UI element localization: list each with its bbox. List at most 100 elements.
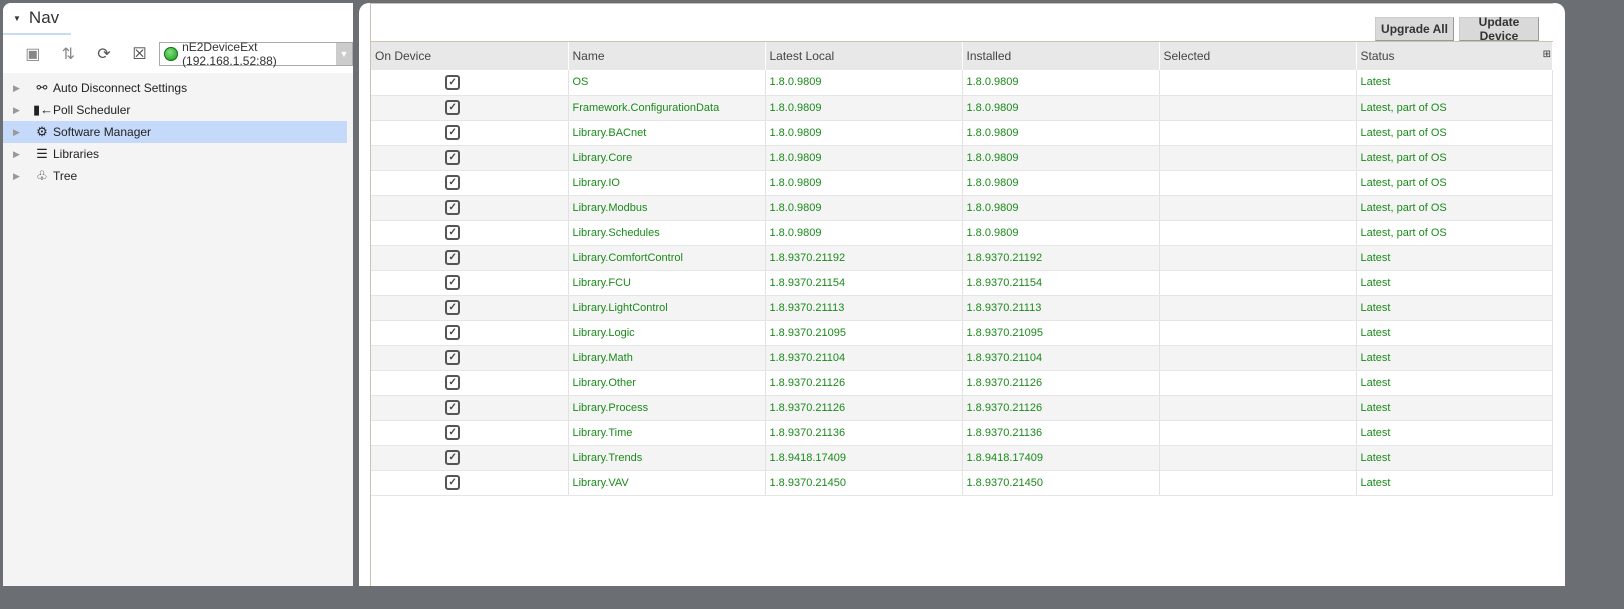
table-row[interactable]: ✓ Library.Process 1.8.9370.21126 1.8.9370.2… [371, 395, 1553, 421]
chevron-down-icon[interactable]: ▼ [336, 43, 353, 65]
column-header[interactable]: Name [568, 42, 766, 70]
checkbox[interactable]: ✓ [445, 450, 461, 465]
table-row[interactable]: ✓ Library.Schedules 1.8.0.9809 1.8.0.9809 La… [371, 220, 1553, 246]
tree-item[interactable]: ▶ ♧ Tree [3, 165, 353, 187]
expand-arrow-icon[interactable]: ▶ [13, 83, 33, 94]
checkbox[interactable]: ✓ [445, 74, 461, 90]
table-row[interactable]: ✓ Library.IO 1.8.0.9809 1.8.0.9809 Latest, p… [371, 170, 1553, 196]
checkbox[interactable]: ✓ [445, 425, 461, 440]
column-header[interactable]: Installed [962, 42, 1160, 70]
sort-icon[interactable]: ⇅ [51, 42, 87, 66]
upgrade-all-button[interactable]: Upgrade All [1375, 17, 1454, 41]
latest-cell: 1.8.0.9809 [765, 95, 963, 121]
latest-cell: 1.8.0.9809 [765, 220, 963, 246]
status-cell: Latest, part of OS [1356, 220, 1553, 246]
table-row[interactable]: ✓ Library.Logic 1.8.9370.21095 1.8.9370.210… [371, 320, 1553, 346]
selected-cell [1159, 445, 1357, 471]
nav-tab[interactable]: ▼ Nav [3, 3, 71, 35]
installed-cell: 1.8.0.9809 [962, 145, 1160, 171]
name-cell: OS [568, 70, 766, 96]
checkbox[interactable]: ✓ [445, 200, 461, 215]
latest-cell: 1.8.9370.21104 [765, 345, 963, 371]
expand-arrow-icon[interactable]: ▶ [13, 149, 33, 160]
name-cell: Library.Time [568, 420, 766, 446]
checkbox[interactable]: ✓ [445, 150, 461, 165]
table-row[interactable]: ✓ Library.VAV 1.8.9370.21450 1.8.9370.21450… [371, 470, 1553, 496]
update-device-button[interactable]: Update Device [1459, 15, 1539, 43]
table-row[interactable]: ✓ Library.LightControl 1.8.9370.21113 1.8.9… [371, 295, 1553, 321]
table-row[interactable]: ✓ Library.ComfortControl 1.8.9370.21192 1.8… [371, 245, 1553, 271]
close-icon[interactable]: ☒ [122, 42, 158, 66]
checkbox[interactable]: ✓ [445, 125, 461, 140]
table-row[interactable]: ✓ Library.FCU 1.8.9370.21154 1.8.9370.21154… [371, 270, 1553, 296]
on-device-cell: ✓ [371, 295, 569, 321]
column-chooser-icon[interactable]: ⊞ [1543, 49, 1551, 60]
new-folder-icon[interactable]: ▣ [15, 42, 51, 66]
table-row[interactable]: ✓ OS 1.8.0.9809 1.8.0.9809 Latest [371, 70, 1553, 96]
installed-cell: 1.8.9370.21126 [962, 370, 1160, 396]
column-header[interactable]: Status [1356, 42, 1553, 70]
checkbox[interactable]: ✓ [445, 250, 461, 265]
latest-cell: 1.8.9370.21126 [765, 395, 963, 421]
latest-cell: 1.8.0.9809 [765, 170, 963, 196]
expand-arrow-icon[interactable]: ▶ [13, 171, 33, 182]
name-cell: Library.Math [568, 345, 766, 371]
selected-cell [1159, 370, 1357, 396]
column-header[interactable]: Latest Local [765, 42, 963, 70]
table-row[interactable]: ✓ Library.BACnet 1.8.0.9809 1.8.0.9809 Lates… [371, 120, 1553, 146]
refresh-icon[interactable]: ⟳ [86, 42, 122, 66]
checkbox[interactable]: ✓ [445, 175, 461, 190]
expand-arrow-icon[interactable]: ▶ [13, 105, 33, 116]
status-cell: Latest, part of OS [1356, 120, 1553, 146]
expand-arrow-icon[interactable]: ▶ [13, 127, 33, 138]
table-row[interactable]: ✓ Library.Modbus 1.8.0.9809 1.8.0.9809 Lates… [371, 195, 1553, 221]
table-row[interactable]: ✓ Library.Core 1.8.0.9809 1.8.0.9809 Latest,… [371, 145, 1553, 171]
installed-cell: 1.8.9370.21113 [962, 295, 1160, 321]
on-device-cell: ✓ [371, 220, 569, 246]
status-cell: Latest [1356, 320, 1553, 346]
status-cell: Latest, part of OS [1356, 145, 1553, 171]
tree-item[interactable]: ▶ ☰ Libraries [3, 143, 353, 165]
selected-cell [1159, 145, 1357, 171]
status-cell: Latest [1356, 345, 1553, 371]
checkbox[interactable]: ✓ [445, 400, 461, 415]
tree-item[interactable]: ▶ ⚙ Software Manager [3, 121, 347, 143]
selected-cell [1159, 95, 1357, 121]
latest-cell: 1.8.9370.21192 [765, 245, 963, 271]
tree-icon: ♧ [36, 168, 48, 183]
checkbox[interactable]: ✓ [445, 475, 461, 490]
column-header[interactable]: Selected [1159, 42, 1357, 70]
latest-cell: 1.8.9370.21113 [765, 295, 963, 321]
device-select[interactable]: nE2DeviceExt (192.168.1.52:88) ▼ [159, 40, 353, 68]
status-cell: Latest [1356, 445, 1553, 471]
tree-item[interactable]: ▶ ▮← Poll Scheduler [3, 99, 353, 121]
selected-cell [1159, 470, 1357, 496]
nav-tree: ▶ ⚯ Auto Disconnect Settings ▶ ▮← Poll Schedu… [3, 73, 353, 187]
table-row[interactable]: ✓ Library.Trends 1.8.9418.17409 1.8.9418.17… [371, 445, 1553, 471]
latest-cell: 1.8.9418.17409 [765, 445, 963, 471]
name-cell: Library.Modbus [568, 195, 766, 221]
checkbox[interactable]: ✓ [445, 100, 461, 115]
selected-cell [1159, 195, 1357, 221]
table-row[interactable]: ✓ Library.Math 1.8.9370.21104 1.8.9370.2110… [371, 345, 1553, 371]
on-device-cell: ✓ [371, 345, 569, 371]
checkbox[interactable]: ✓ [445, 375, 461, 390]
status-cell: Latest [1356, 295, 1553, 321]
name-cell: Library.IO [568, 170, 766, 196]
selected-cell [1159, 120, 1357, 146]
table-row[interactable]: ✓ Library.Other 1.8.9370.21126 1.8.9370.211… [371, 370, 1553, 396]
checkbox[interactable]: ✓ [445, 350, 461, 365]
checkbox[interactable]: ✓ [445, 225, 461, 240]
selected-cell [1159, 270, 1357, 296]
table-row[interactable]: ✓ Library.Time 1.8.9370.21136 1.8.9370.2113… [371, 420, 1553, 446]
name-cell: Library.BACnet [568, 120, 766, 146]
name-cell: Library.VAV [568, 470, 766, 496]
on-device-cell: ✓ [371, 70, 569, 96]
checkbox[interactable]: ✓ [445, 300, 461, 315]
checkbox[interactable]: ✓ [445, 325, 461, 340]
table-row[interactable]: ✓ Framework.ConfigurationData 1.8.0.9809 1.… [371, 95, 1553, 121]
checkbox[interactable]: ✓ [445, 275, 461, 290]
latest-cell: 1.8.9370.21154 [765, 270, 963, 296]
column-header[interactable]: On Device [371, 42, 569, 70]
tree-item[interactable]: ▶ ⚯ Auto Disconnect Settings [3, 77, 353, 99]
